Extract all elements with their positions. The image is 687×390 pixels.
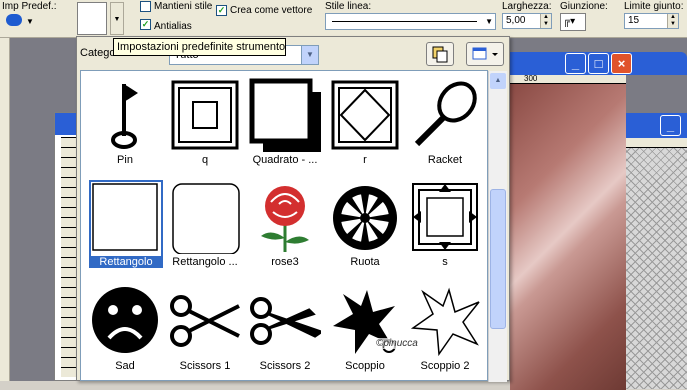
rose-icon xyxy=(261,186,309,252)
transparent-canvas[interactable] xyxy=(626,148,687,389)
shape-name: Scoppio xyxy=(345,360,385,372)
rectangle-icon xyxy=(92,183,158,251)
shape-name: Ruota xyxy=(350,256,380,268)
image-window-title-bar: _ □ × xyxy=(508,52,687,75)
chevron-down-icon: ▼ xyxy=(301,46,318,64)
line-style-dropdown[interactable]: ▼ xyxy=(325,13,496,30)
sad-face-icon xyxy=(92,287,158,353)
wheel-icon xyxy=(333,186,397,250)
vertical-scrollbar[interactable]: ▲ xyxy=(488,71,507,382)
join-miter-icon: ╔▾ xyxy=(563,16,576,27)
shape-item-rose3[interactable]: rose3 xyxy=(245,176,325,278)
scrollbar-thumb[interactable] xyxy=(490,189,506,329)
shape-name: rose3 xyxy=(271,256,299,268)
shape-name: Scoppio 2 xyxy=(420,360,470,372)
miter-label: Limite giunto: xyxy=(624,1,684,12)
antialias-checkbox[interactable]: ✓ xyxy=(140,19,151,30)
tool-options-bar: Imp Predef.: ▼ ▼ Mantieni stile ✓ Crea c… xyxy=(0,0,687,38)
shape-item-pin[interactable]: Pin xyxy=(85,74,165,176)
shape-item-rettangolo-arrotondato[interactable]: Rettangolo ... xyxy=(165,176,245,278)
left-tool-strip xyxy=(0,38,10,381)
join-label: Giunzione: xyxy=(560,1,608,12)
shape-item-rettangolo[interactable]: Rettangolo xyxy=(85,176,165,278)
tooltip: Impostazioni predefinite strumento xyxy=(113,38,286,56)
shape-name: Rettangolo xyxy=(89,256,163,268)
square-frame-icon xyxy=(171,80,239,150)
minimize-button[interactable]: _ xyxy=(660,115,681,136)
copy-icon xyxy=(432,46,448,63)
arrow-frame-icon xyxy=(412,183,478,251)
shape-name: Scissors 2 xyxy=(259,360,311,372)
antialias-label: Antialias xyxy=(154,21,192,32)
shape-name: Rettangolo ... xyxy=(172,256,238,268)
horizontal-ruler: 300 xyxy=(508,75,626,84)
scissors-icon xyxy=(170,295,240,347)
scroll-up-arrow[interactable]: ▲ xyxy=(490,73,506,89)
close-button[interactable]: × xyxy=(611,53,632,74)
shadow-square-icon xyxy=(249,78,321,152)
width-label: Larghezza: xyxy=(502,1,552,12)
keep-style-checkbox[interactable] xyxy=(140,1,151,12)
racket-icon xyxy=(414,81,477,147)
speech-bubble-icon xyxy=(6,14,22,26)
shape-item-sad[interactable]: Sad xyxy=(85,280,165,382)
shape-item-racket[interactable]: Racket xyxy=(405,74,485,176)
second-horizontal-ruler xyxy=(626,138,687,148)
create-vector-checkbox[interactable]: ✓ xyxy=(216,5,227,16)
grid-view-icon xyxy=(472,47,498,60)
diamond-frame-icon xyxy=(331,80,399,150)
shape-name: r xyxy=(363,154,367,166)
shape-swatch[interactable] xyxy=(77,2,107,35)
shape-item-r[interactable]: r xyxy=(325,74,405,176)
miter-value: 15 xyxy=(628,15,640,26)
shape-item-scoppio-2[interactable]: Scoppio 2 xyxy=(405,280,485,382)
watermark: ©pinucca xyxy=(376,338,418,349)
shape-name: Quadrato - ... xyxy=(252,154,318,166)
shape-name: Scissors 1 xyxy=(179,360,231,372)
shape-name: Pin xyxy=(117,154,133,166)
canvas-image[interactable] xyxy=(510,84,626,390)
keep-style-label: Mantieni stile xyxy=(154,1,213,12)
line-style-label: Stile linea: xyxy=(325,1,372,12)
pin-icon xyxy=(111,84,138,149)
shape-item-ruota[interactable]: Ruota xyxy=(325,176,405,278)
maximize-button[interactable]: □ xyxy=(588,53,609,74)
chevron-down-icon: ▼ xyxy=(485,17,493,26)
shape-item-scoppio[interactable]: Scoppio xyxy=(325,280,405,382)
shape-name: Sad xyxy=(115,360,135,372)
width-value: 5,00 xyxy=(506,15,526,26)
shape-item-q[interactable]: q xyxy=(165,74,245,176)
join-dropdown[interactable]: ╔▾ xyxy=(560,13,586,31)
scissors-icon xyxy=(250,297,321,345)
copy-preset-button[interactable] xyxy=(426,42,454,66)
shape-item-scissors-2[interactable]: Scissors 2 xyxy=(245,280,325,382)
preset-label: Imp Predef.: xyxy=(2,1,57,12)
rounded-rectangle-icon xyxy=(172,183,240,254)
miter-spinner[interactable]: ▲ ▼ xyxy=(667,14,678,28)
ruler-mark: 300 xyxy=(524,74,538,83)
shape-item-scissors-1[interactable]: Scissors 1 xyxy=(165,280,245,382)
shape-item-s[interactable]: s xyxy=(405,176,485,278)
width-spinner[interactable]: ▲ ▼ xyxy=(540,14,551,28)
preset-dropdown[interactable]: ▼ xyxy=(6,14,36,34)
minimize-button[interactable]: _ xyxy=(565,53,586,74)
shape-name: q xyxy=(201,154,209,166)
miter-input[interactable]: 15 ▲ ▼ xyxy=(624,13,679,29)
shape-name: Racket xyxy=(427,154,463,166)
width-input[interactable]: 5,00 ▲ ▼ xyxy=(502,13,552,29)
view-options-button[interactable] xyxy=(466,42,504,66)
create-vector-label: Crea come vettore xyxy=(230,5,313,16)
shape-dropdown-button[interactable]: ▼ xyxy=(110,2,124,35)
solid-line-icon xyxy=(332,21,477,22)
shape-name: s xyxy=(442,256,448,268)
second-window-title-bar: _ xyxy=(626,113,687,138)
chevron-down-icon: ▼ xyxy=(26,17,34,26)
burst-outline-icon xyxy=(410,287,480,357)
category-label: Catego xyxy=(80,47,116,59)
shape-item-quadrato[interactable]: Quadrato - ... xyxy=(245,74,325,176)
